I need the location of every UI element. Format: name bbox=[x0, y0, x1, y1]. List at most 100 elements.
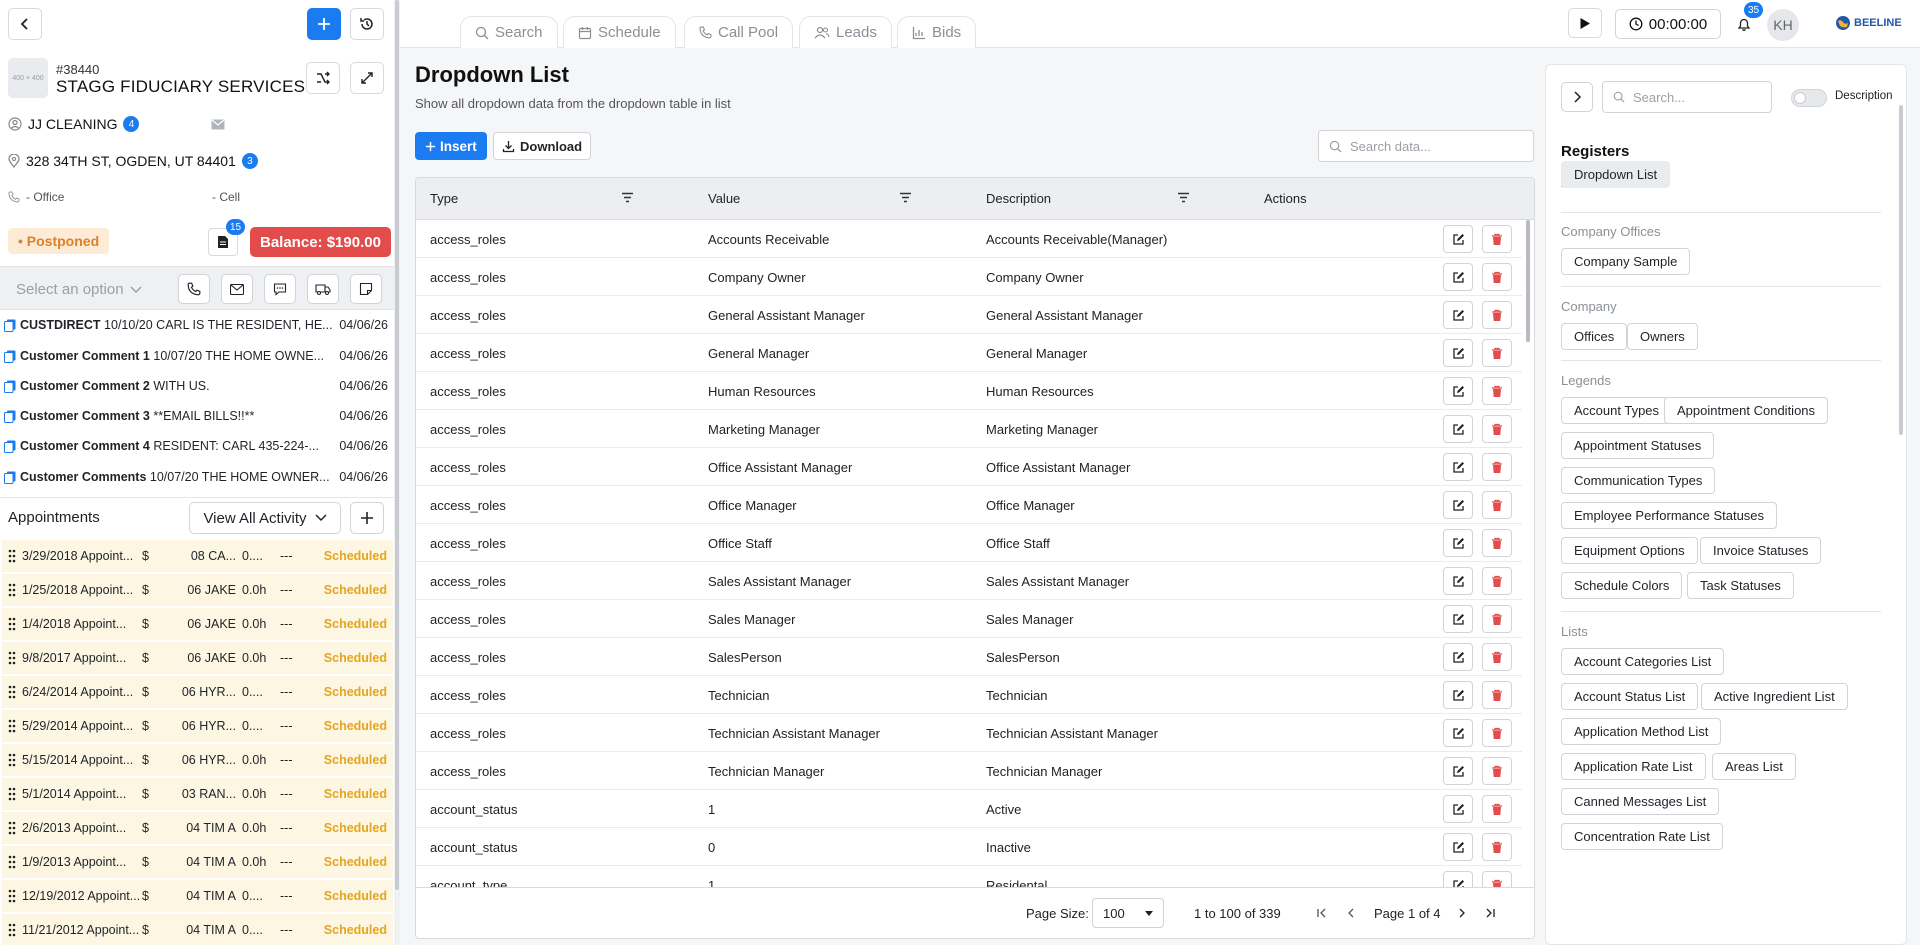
drag-handle-icon[interactable] bbox=[2, 617, 22, 631]
delete-button[interactable] bbox=[1482, 301, 1512, 329]
first-page-icon[interactable] bbox=[1317, 908, 1327, 918]
delete-button[interactable] bbox=[1482, 605, 1512, 633]
collapse-panel-button[interactable] bbox=[1561, 82, 1593, 112]
drag-handle-icon[interactable] bbox=[2, 923, 22, 937]
action-select[interactable]: Select an option bbox=[16, 281, 142, 298]
appointment-row[interactable]: 12/19/2012 Appoint... $04 TIM A 0.... --- Sc… bbox=[2, 880, 393, 912]
tab-leads[interactable]: Leads bbox=[799, 16, 892, 48]
register-search-input[interactable] bbox=[1633, 89, 1753, 105]
edit-button[interactable] bbox=[1443, 643, 1473, 671]
appointment-row[interactable]: 5/15/2014 Appoint... $06 HYR... 0.0h --- Sch… bbox=[2, 744, 393, 776]
contact-name[interactable]: JJ CLEANING bbox=[28, 116, 117, 132]
edit-button[interactable] bbox=[1443, 795, 1473, 823]
appointment-row[interactable]: 5/29/2014 Appoint... $06 HYR... 0.... --- Sc… bbox=[2, 710, 393, 742]
delete-button[interactable] bbox=[1482, 719, 1512, 747]
drag-handle-icon[interactable] bbox=[2, 549, 22, 563]
edit-button[interactable] bbox=[1443, 605, 1473, 633]
cell-phone[interactable]: - Cell bbox=[212, 190, 240, 204]
register-chip[interactable]: Appointment Statuses bbox=[1561, 432, 1715, 459]
last-page-icon[interactable] bbox=[1485, 908, 1495, 918]
register-chip[interactable]: Invoice Statuses bbox=[1700, 537, 1822, 564]
comment-item[interactable]: Customer Comment 2 WITH US. 04/06/26 bbox=[4, 371, 394, 401]
tab-search[interactable]: Search bbox=[460, 16, 558, 48]
truck-button[interactable] bbox=[307, 274, 339, 304]
timer[interactable]: 00:00:00 bbox=[1615, 9, 1721, 39]
expand-button[interactable] bbox=[350, 62, 384, 94]
register-chip[interactable]: Areas List bbox=[1712, 753, 1796, 780]
edit-button[interactable] bbox=[1443, 339, 1473, 367]
appointment-row[interactable]: 1/4/2018 Appoint... $06 JAKE 0.0h --- Schedu… bbox=[2, 608, 393, 640]
delete-button[interactable] bbox=[1482, 757, 1512, 785]
back-button[interactable] bbox=[8, 8, 42, 40]
tab-call-pool[interactable]: Call Pool bbox=[684, 16, 794, 48]
user-avatar[interactable]: KH bbox=[1767, 9, 1799, 41]
appointment-row[interactable]: 11/21/2012 Appoint... $04 TIM A 0.... --- Sc… bbox=[2, 914, 393, 945]
comment-item[interactable]: CUSTDIRECT 10/10/20 CARL IS THE RESIDENT… bbox=[4, 310, 394, 340]
drag-handle-icon[interactable] bbox=[2, 719, 22, 733]
office-phone[interactable]: - Office bbox=[26, 190, 64, 204]
drag-handle-icon[interactable] bbox=[2, 889, 22, 903]
filter-icon[interactable] bbox=[1177, 192, 1190, 203]
delete-button[interactable] bbox=[1482, 415, 1512, 443]
register-chip[interactable]: Account Status List bbox=[1561, 683, 1699, 710]
tab-bids[interactable]: Bids bbox=[897, 16, 977, 48]
delete-button[interactable] bbox=[1482, 643, 1512, 671]
add-appointment-button[interactable] bbox=[350, 502, 384, 534]
balance-badge[interactable]: Balance: $190.00 bbox=[250, 227, 391, 257]
edit-button[interactable] bbox=[1443, 491, 1473, 519]
column-header-type[interactable]: Type bbox=[430, 191, 458, 206]
sms-button[interactable] bbox=[264, 274, 296, 304]
edit-button[interactable] bbox=[1443, 377, 1473, 405]
note-button[interactable] bbox=[350, 274, 382, 304]
customer-address[interactable]: 328 34TH ST, OGDEN, UT 84401 bbox=[26, 153, 236, 169]
drag-handle-icon[interactable] bbox=[2, 583, 22, 597]
delete-button[interactable] bbox=[1482, 529, 1512, 557]
right-panel-scrollbar[interactable] bbox=[1897, 65, 1905, 944]
email-button[interactable] bbox=[221, 274, 253, 304]
page-size-select[interactable]: 100 bbox=[1092, 898, 1164, 928]
filter-icon[interactable] bbox=[899, 192, 912, 203]
register-chip[interactable]: Employee Performance Statuses bbox=[1561, 502, 1778, 529]
edit-button[interactable] bbox=[1443, 871, 1473, 887]
delete-button[interactable] bbox=[1482, 567, 1512, 595]
column-header-value[interactable]: Value bbox=[708, 191, 740, 206]
register-chip[interactable]: Schedule Colors bbox=[1561, 572, 1683, 599]
history-button[interactable] bbox=[350, 8, 384, 40]
register-chip[interactable]: Account Types bbox=[1561, 397, 1673, 424]
edit-button[interactable] bbox=[1443, 529, 1473, 557]
register-chip[interactable]: Communication Types bbox=[1561, 467, 1716, 494]
edit-button[interactable] bbox=[1443, 719, 1473, 747]
column-header-description[interactable]: Description bbox=[986, 191, 1051, 206]
play-button[interactable] bbox=[1568, 8, 1602, 38]
register-chip[interactable]: Appointment Conditions bbox=[1664, 397, 1829, 424]
delete-button[interactable] bbox=[1482, 377, 1512, 405]
drag-handle-icon[interactable] bbox=[2, 685, 22, 699]
register-chip[interactable]: Application Rate List bbox=[1561, 753, 1706, 780]
delete-button[interactable] bbox=[1482, 871, 1512, 887]
register-chip[interactable]: Canned Messages List bbox=[1561, 788, 1720, 815]
download-button[interactable]: Download bbox=[493, 132, 592, 160]
delete-button[interactable] bbox=[1482, 339, 1512, 367]
appointment-row[interactable]: 5/1/2014 Appoint... $03 RAN... 0.0h --- Sche… bbox=[2, 778, 393, 810]
grid-scrollbar[interactable] bbox=[1524, 220, 1532, 887]
register-chip[interactable]: Concentration Rate List bbox=[1561, 823, 1723, 850]
drag-handle-icon[interactable] bbox=[2, 787, 22, 801]
next-page-icon[interactable] bbox=[1457, 908, 1467, 918]
delete-button[interactable] bbox=[1482, 453, 1512, 481]
register-chip[interactable]: Active Ingredient List bbox=[1701, 683, 1848, 710]
search-data-input[interactable] bbox=[1350, 138, 1510, 154]
delete-button[interactable] bbox=[1482, 833, 1512, 861]
edit-button[interactable] bbox=[1443, 567, 1473, 595]
appointment-row[interactable]: 3/29/2018 Appoint... $08 CA... 0.... --- Sch… bbox=[2, 540, 393, 572]
delete-button[interactable] bbox=[1482, 681, 1512, 709]
appointment-row[interactable]: 6/24/2014 Appoint... $06 HYR... 0.... --- Sc… bbox=[2, 676, 393, 708]
edit-button[interactable] bbox=[1443, 833, 1473, 861]
delete-button[interactable] bbox=[1482, 225, 1512, 253]
drag-handle-icon[interactable] bbox=[2, 753, 22, 767]
edit-button[interactable] bbox=[1443, 415, 1473, 443]
drag-handle-icon[interactable] bbox=[2, 855, 22, 869]
edit-button[interactable] bbox=[1443, 453, 1473, 481]
appointment-row[interactable]: 9/8/2017 Appoint... $06 JAKE 0.0h --- Schedu… bbox=[2, 642, 393, 674]
description-toggle[interactable] bbox=[1791, 89, 1827, 107]
register-chip[interactable]: Company Sample bbox=[1561, 248, 1691, 275]
